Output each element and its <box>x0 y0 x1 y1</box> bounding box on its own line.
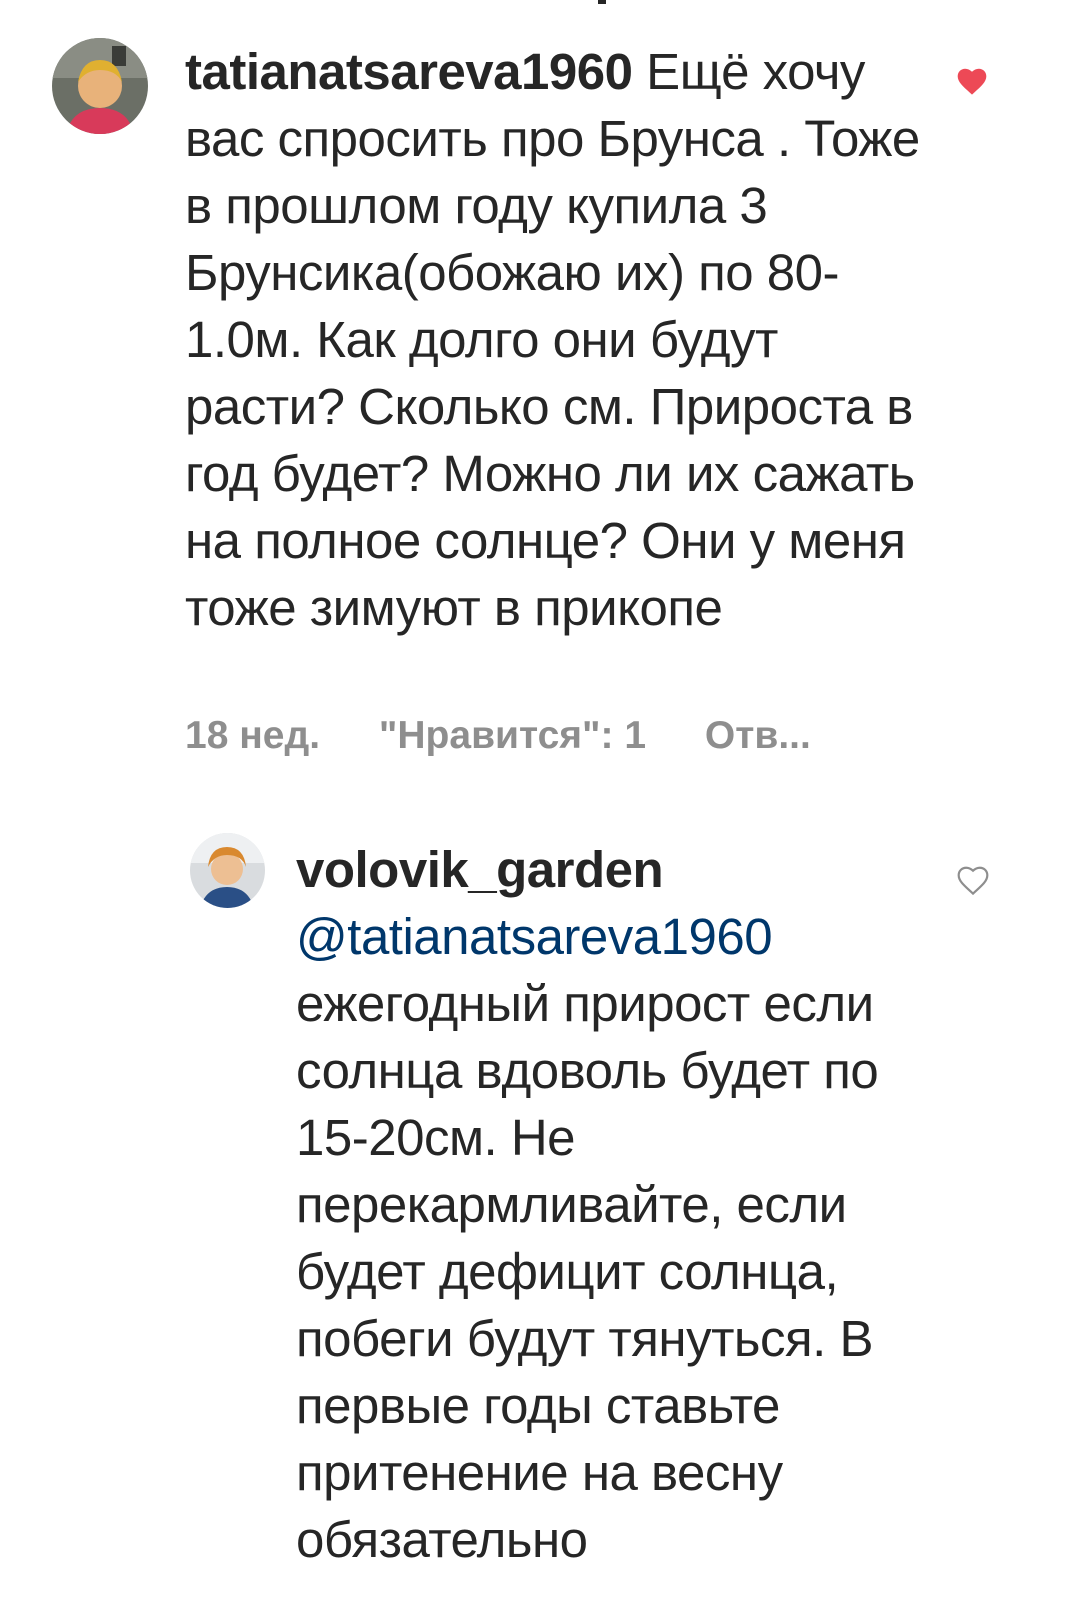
comment-time: 18 нед. <box>185 714 321 757</box>
avatar[interactable] <box>190 833 265 908</box>
comment-text: tatianatsareva1960 Ещё хочу вас спросить… <box>185 38 925 641</box>
heart-filled-icon[interactable] <box>955 66 989 96</box>
comment-meta: 18 нед. "Нравится": 1 Отв... <box>185 714 811 758</box>
reply-username[interactable]: volovik_garden <box>296 836 936 903</box>
reply-comment-item: volovik_garden @tatianatsareva1960 ежего… <box>0 800 1080 1600</box>
comment-item: tatianatsareva1960 Ещё хочу вас спросить… <box>0 0 1080 780</box>
reply-text: volovik_garden @tatianatsareva1960 ежего… <box>296 836 936 1573</box>
reply-button[interactable]: Отв... <box>705 714 811 757</box>
mention-link[interactable]: @tatianatsareva1960 <box>296 903 936 970</box>
reply-body: ежегодный прирост если солнца вдоволь бу… <box>296 975 879 1568</box>
avatar[interactable] <box>52 38 148 134</box>
comment-username[interactable]: tatianatsareva1960 <box>185 43 633 100</box>
likes-count[interactable]: "Нравится": 1 <box>379 714 646 757</box>
heart-outline-icon[interactable] <box>956 865 990 895</box>
comment-body: Ещё хочу вас спросить про Брунса . Тоже … <box>185 43 920 636</box>
